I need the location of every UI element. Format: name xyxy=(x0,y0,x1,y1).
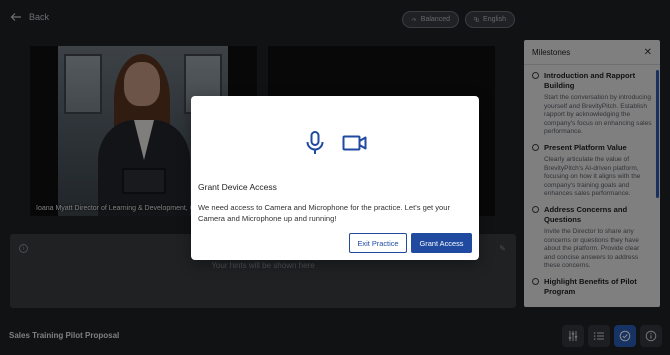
device-icons xyxy=(191,130,479,156)
exit-practice-button[interactable]: Exit Practice xyxy=(349,233,407,253)
dialog-message: We need access to Camera and Microphone … xyxy=(198,203,451,223)
microphone-icon xyxy=(306,131,324,154)
app-frame: Back Balanced English Ioana Myatt Direct… xyxy=(0,0,670,355)
dialog-title: Grant Device Access xyxy=(198,182,277,192)
device-access-dialog: Grant Device Access We need access to Ca… xyxy=(191,96,479,260)
grant-access-button[interactable]: Grant Access xyxy=(411,233,472,253)
video-camera-icon xyxy=(342,135,367,151)
